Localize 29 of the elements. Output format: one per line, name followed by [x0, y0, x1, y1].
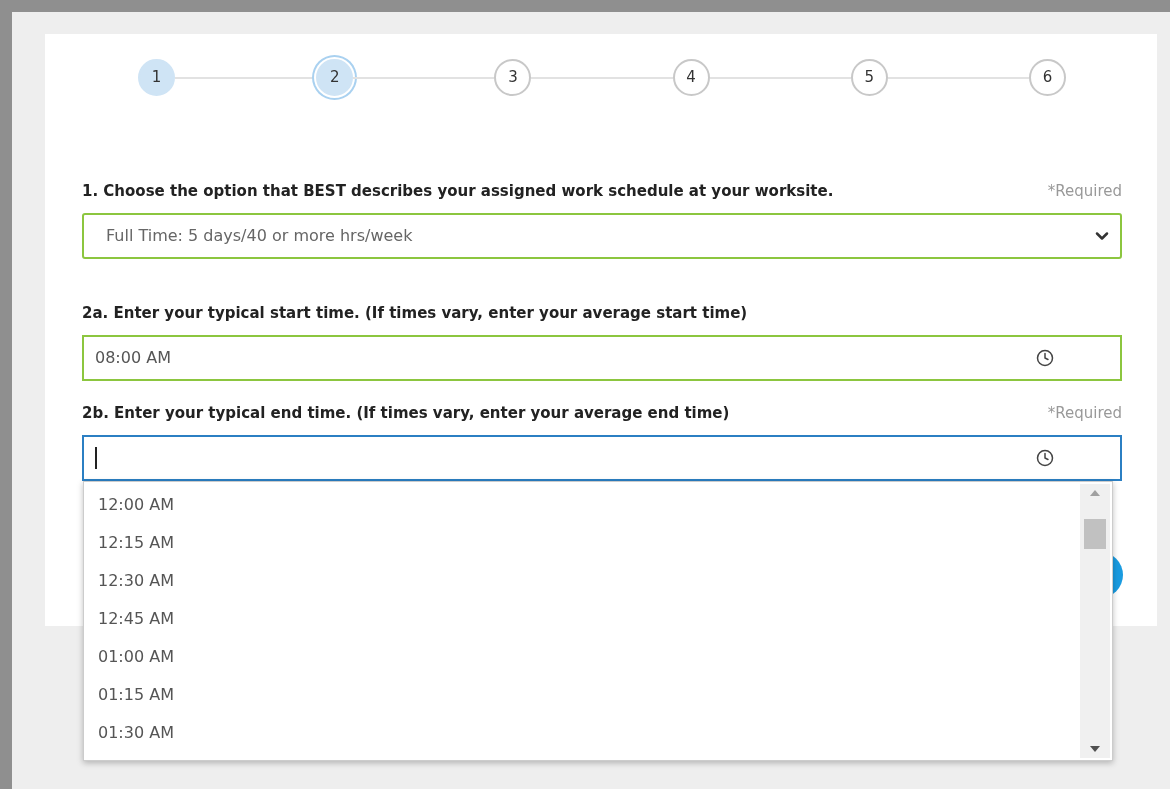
time-option[interactable]: 12:00 AM: [84, 486, 1080, 524]
question-label: 2b. Enter your typical end time. (If times vary, enter your average end time): [82, 402, 730, 424]
scrollbar[interactable]: [1080, 484, 1110, 758]
schedule-select[interactable]: Full Time: 5 days/40 or more hrs/week: [82, 213, 1122, 259]
text-cursor: [95, 447, 97, 469]
time-option[interactable]: 12:45 AM: [84, 600, 1080, 638]
time-option[interactable]: 12:30 AM: [84, 562, 1080, 600]
step-indicator: 1: [138, 59, 175, 96]
clock-icon: [1036, 449, 1054, 467]
clock-icon: [1036, 349, 1054, 367]
step-indicator: 5: [850, 59, 888, 96]
scroll-up-icon[interactable]: [1090, 490, 1100, 496]
step-indicator: 6: [1029, 59, 1066, 96]
time-input[interactable]: 08:00 AM: [82, 335, 1122, 381]
time-option[interactable]: 01:15 AM: [84, 676, 1080, 714]
time-option[interactable]: 01:00 AM: [84, 638, 1080, 676]
step-indicator: 3: [494, 59, 532, 96]
scroll-down-icon[interactable]: [1090, 746, 1100, 752]
question-label: 2a. Enter your typical start time. (If times vary, enter your average start time): [82, 302, 748, 324]
scrollbar-thumb[interactable]: [1084, 518, 1106, 549]
select-value: Full Time: 5 days/40 or more hrs/week: [106, 225, 414, 247]
step-indicator: 4: [672, 59, 710, 96]
time-input[interactable]: [82, 435, 1122, 481]
question-label: 1. Choose the option that BEST describes your assigned work schedule at your worksite.: [82, 180, 834, 202]
time-option[interactable]: 01:30 AM: [84, 714, 1080, 752]
time-value: 08:00 AM: [95, 347, 172, 369]
time-option[interactable]: 12:15 AM: [84, 524, 1080, 562]
required-note: *Required: [1047, 180, 1122, 202]
required-note: *Required: [1047, 402, 1122, 424]
